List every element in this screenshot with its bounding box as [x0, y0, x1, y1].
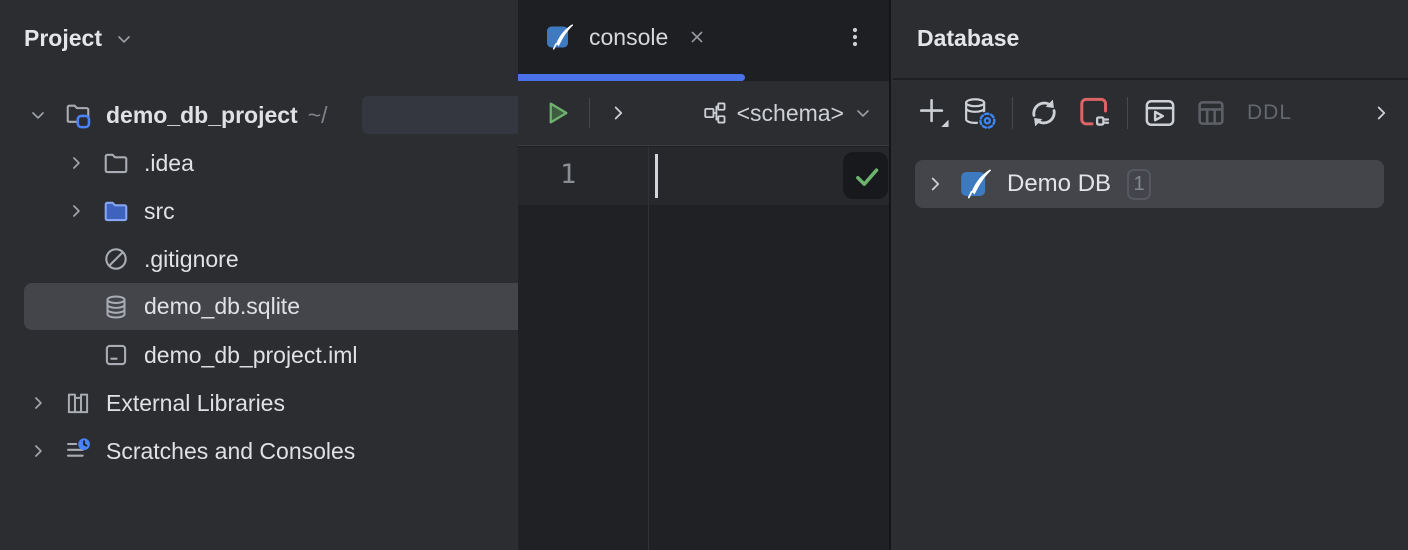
- tree-row-iml[interactable]: demo_db_project.iml: [0, 332, 582, 378]
- tree-item-label: External Libraries: [106, 390, 285, 417]
- libraries-icon: [64, 389, 92, 417]
- folder-icon: [102, 149, 130, 177]
- chevron-right-icon[interactable]: [64, 153, 88, 173]
- scratches-icon: [64, 437, 92, 465]
- line-number: 1: [560, 159, 576, 190]
- tab-label: console: [589, 24, 668, 51]
- chevron-down-icon: [853, 103, 873, 123]
- chevron-right-icon[interactable]: [26, 393, 50, 413]
- ide-window: Project demo_db_project ~/: [0, 0, 1408, 550]
- tree-row-external-libraries[interactable]: External Libraries: [0, 380, 544, 426]
- tree-item-label: .idea: [144, 150, 194, 177]
- source-folder-icon: [102, 197, 130, 225]
- schema-selector[interactable]: <schema>: [702, 100, 873, 127]
- tree-row-sqlite-selected[interactable]: demo_db.sqlite: [24, 283, 534, 330]
- ignored-file-icon: [102, 245, 130, 273]
- database-tool-window: Database: [893, 0, 1408, 550]
- chevron-down-icon[interactable]: [26, 105, 50, 125]
- project-path-prefix: ~/: [308, 102, 328, 129]
- tree-item-label: .gitignore: [144, 246, 239, 273]
- run-button[interactable]: [542, 98, 572, 128]
- inspection-status-widget[interactable]: [843, 152, 888, 199]
- ddl-button-disabled: DDL: [1247, 101, 1292, 125]
- tree-row-gitignore[interactable]: .gitignore: [0, 236, 582, 282]
- toolbar-divider: [1127, 97, 1128, 129]
- tab-console[interactable]: console: [546, 23, 707, 51]
- new-datasource-button[interactable]: [917, 96, 951, 130]
- editor-tab-bar: console: [518, 0, 889, 74]
- tree-item-label: demo_db_project: [106, 102, 298, 129]
- database-toolbar: DDL: [893, 80, 1408, 146]
- project-folder-icon: [64, 101, 92, 129]
- chevron-right-icon[interactable]: [26, 441, 50, 461]
- sqlite-icon: [546, 23, 574, 51]
- datasource-row-demo-db[interactable]: Demo DB 1: [915, 160, 1384, 208]
- schema-icon: [702, 100, 728, 126]
- tree-item-label: src: [144, 198, 175, 225]
- sqlite-icon: [960, 168, 992, 200]
- disconnect-button[interactable]: [1074, 94, 1114, 132]
- project-panel-header[interactable]: Project: [24, 25, 134, 52]
- sql-editor[interactable]: 1: [518, 147, 889, 550]
- database-panel-title: Database: [917, 25, 1019, 52]
- datasource-properties-button[interactable]: [959, 95, 999, 131]
- tree-item-label: Scratches and Consoles: [106, 438, 355, 465]
- active-tab-indicator: [518, 74, 745, 81]
- table-view-button-disabled: [1193, 96, 1229, 130]
- jump-to-console-button[interactable]: [1141, 95, 1179, 131]
- toolbar-divider: [589, 98, 590, 128]
- tree-row-idea[interactable]: .idea: [0, 140, 582, 186]
- gutter-divider: [648, 147, 649, 550]
- tree-item-label: demo_db_project.iml: [144, 342, 358, 369]
- close-icon[interactable]: [687, 27, 707, 47]
- text-caret: [655, 154, 658, 198]
- tree-row-scratches[interactable]: Scratches and Consoles: [0, 428, 544, 474]
- database-file-icon: [102, 293, 130, 321]
- schema-selector-label: <schema>: [737, 100, 844, 127]
- chevron-down-icon: [114, 29, 134, 49]
- refresh-button[interactable]: [1026, 95, 1062, 131]
- chevron-right-icon[interactable]: [923, 173, 947, 195]
- tree-row-project-root[interactable]: demo_db_project ~/: [0, 92, 544, 138]
- chevron-right-icon[interactable]: [64, 201, 88, 221]
- project-tool-window: Project demo_db_project ~/: [0, 0, 518, 550]
- tree-row-src[interactable]: src: [0, 188, 582, 234]
- kebab-menu-icon[interactable]: [843, 24, 867, 50]
- chevron-right-icon[interactable]: [607, 102, 629, 124]
- datasource-count-badge: 1: [1127, 169, 1151, 200]
- editor-area: console: [518, 0, 891, 550]
- project-panel-title: Project: [24, 25, 102, 52]
- module-file-icon: [102, 341, 130, 369]
- toolbar-divider: [1012, 97, 1013, 129]
- console-toolbar: <schema>: [518, 81, 889, 146]
- more-toolbar-chevron[interactable]: [1370, 102, 1392, 124]
- tree-item-label: demo_db.sqlite: [144, 293, 300, 320]
- check-icon: [852, 162, 880, 190]
- datasource-label: Demo DB: [1007, 170, 1111, 198]
